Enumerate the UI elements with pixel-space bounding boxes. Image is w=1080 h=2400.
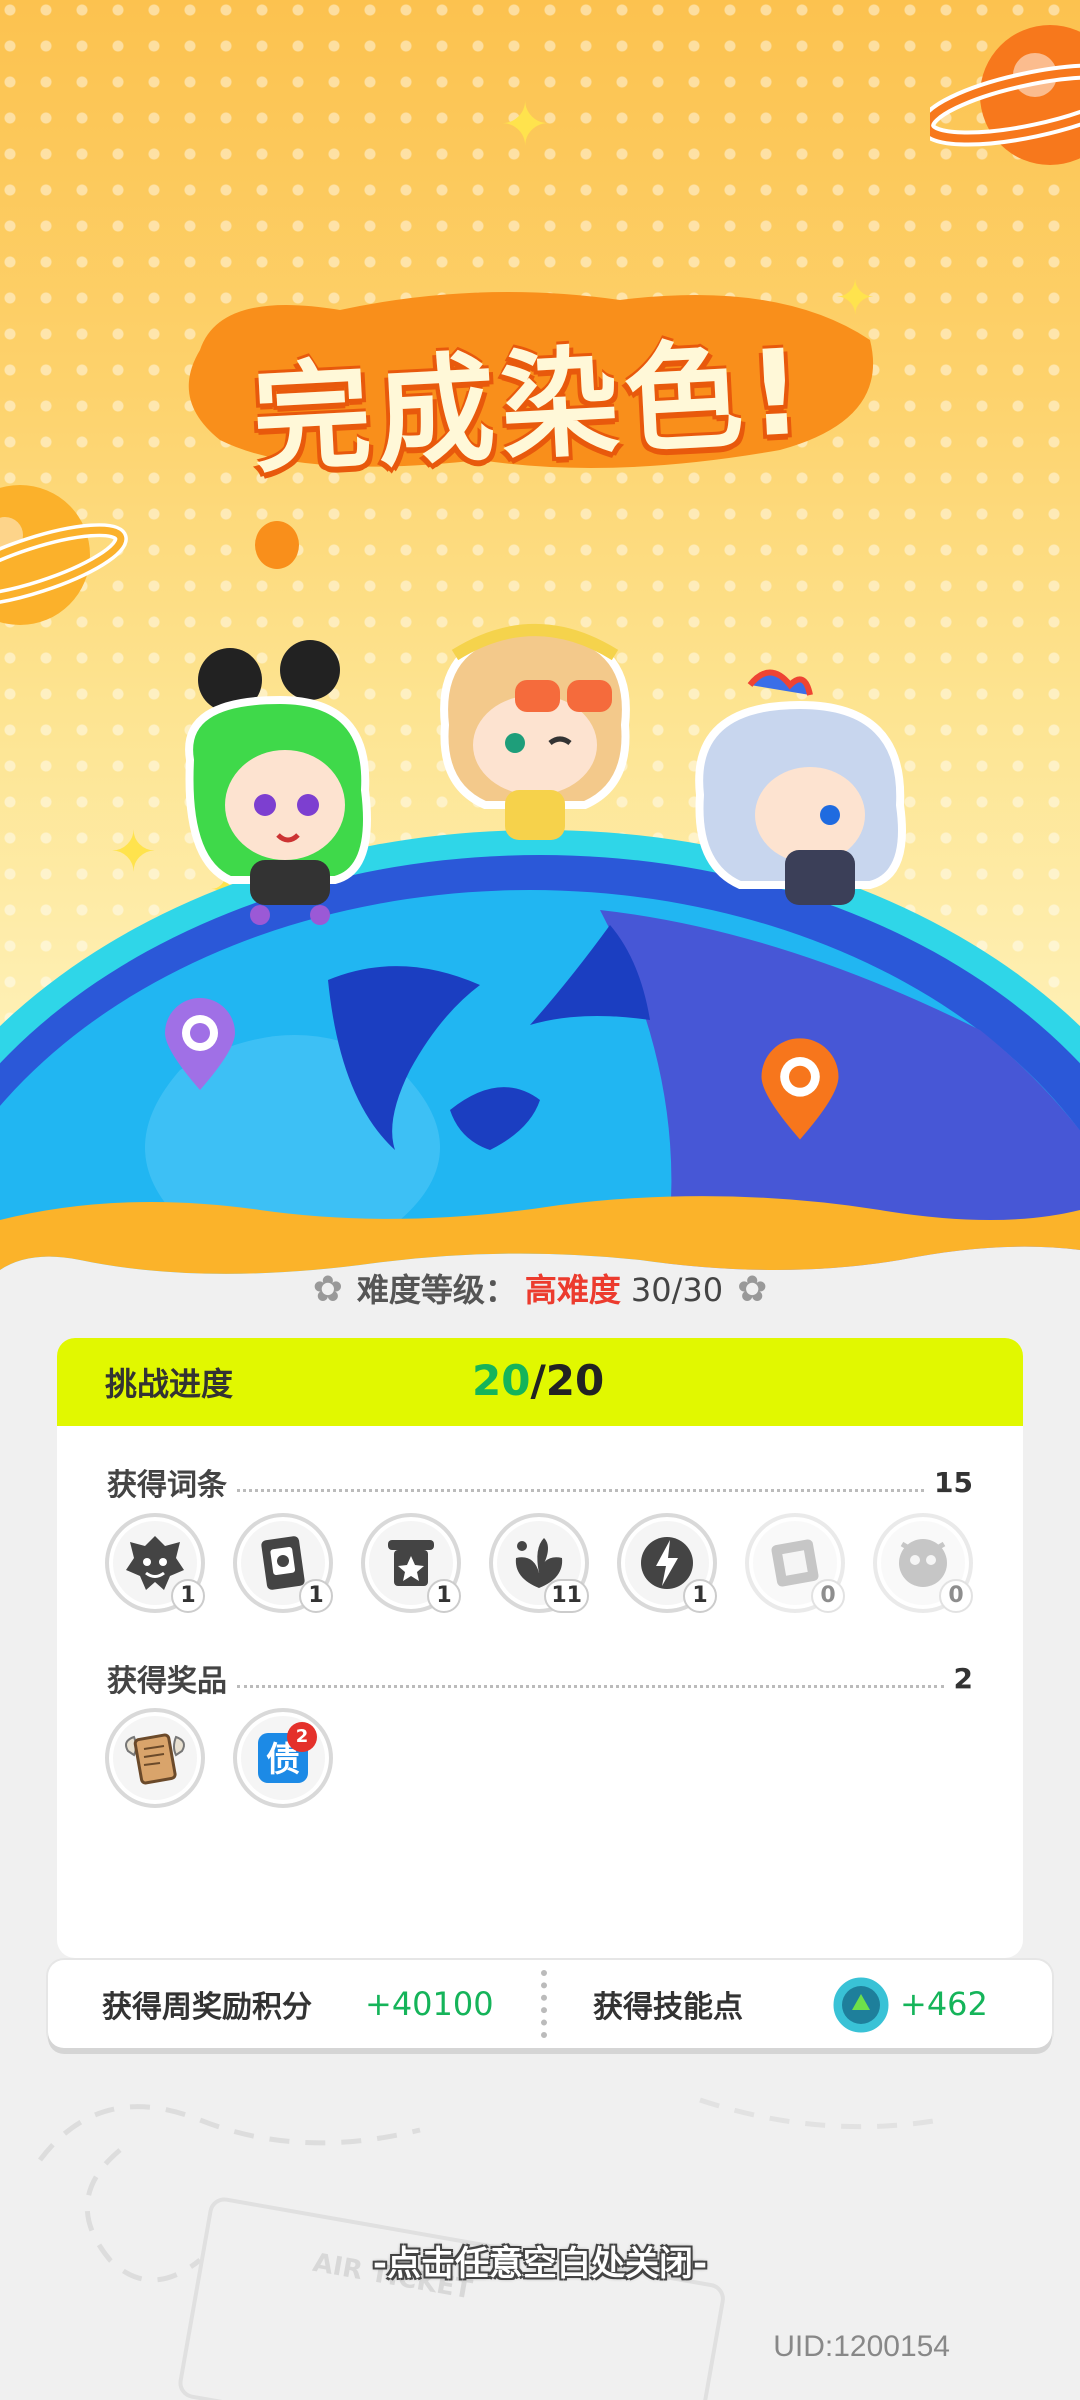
weekly-points-label: 获得周奖励积分 — [102, 1990, 312, 2025]
skill-coin-icon — [830, 1974, 892, 2036]
entry-badge[interactable]: 1 — [233, 1513, 333, 1613]
entries-count: 15 — [934, 1465, 973, 1499]
progress-separator: / — [530, 1356, 546, 1405]
difficulty-count: 30/30 — [630, 1271, 724, 1309]
difficulty-label: 难度等级： — [356, 1271, 517, 1309]
entry-badge[interactable]: 1 — [617, 1513, 717, 1613]
prize-badge[interactable] — [105, 1708, 205, 1808]
entry-count: 0 — [811, 1579, 845, 1613]
entry-badge[interactable]: 11 — [489, 1513, 589, 1613]
dotted-leader — [237, 1488, 925, 1492]
flower-icon: ✿ — [737, 1269, 768, 1310]
title-banner: 完成染色! — [180, 280, 880, 489]
divider — [541, 1970, 547, 2038]
location-pin-icon — [165, 998, 235, 1090]
challenge-progress-label: 挑战进度 — [105, 1365, 234, 1403]
entry-badge[interactable]: 0 — [745, 1513, 845, 1613]
entry-count: 1 — [171, 1579, 205, 1613]
user-id: UID:1200154 — [773, 2330, 950, 2363]
planet-icon — [930, 25, 1080, 165]
challenge-progress-header: 挑战进度 20/20 — [57, 1338, 1023, 1426]
entry-badge[interactable]: 0 — [873, 1513, 973, 1613]
prize-badge[interactable]: 债 2 — [233, 1708, 333, 1808]
reward-summary-bar: 获得周奖励积分 +40100 获得技能点 +462 — [48, 1960, 1052, 2048]
entry-count: 11 — [544, 1579, 589, 1613]
planet-icon — [0, 485, 128, 625]
notification-badge: 2 — [287, 1722, 317, 1752]
progress-current: 20 — [472, 1356, 531, 1405]
paint-drop — [255, 521, 299, 569]
entry-count: 1 — [427, 1579, 461, 1613]
winged-scroll-icon — [125, 1733, 185, 1785]
challenge-progress-value: 20/20 — [472, 1356, 604, 1405]
entries-list: 1 1 1 11 1 0 0 — [105, 1513, 1001, 1613]
prizes-list: 债 2 — [105, 1708, 361, 1808]
entries-header: 获得词条 15 — [107, 1460, 973, 1504]
weekly-points-value: +40100 — [365, 1985, 494, 2023]
prizes-header: 获得奖品 2 — [107, 1656, 973, 1700]
character-green-hair — [185, 640, 371, 925]
celebration-scene: ✦ ✦ ✦ ✦ 完成染色! — [0, 0, 1080, 1290]
entry-count: 1 — [683, 1579, 717, 1613]
prizes-count: 2 — [953, 1661, 973, 1695]
difficulty-row: ✿ 难度等级： 高难度 30/30 ✿ — [0, 1265, 1080, 1311]
dotted-leader — [237, 1684, 944, 1688]
entries-label: 获得词条 — [107, 1468, 227, 1503]
close-hint[interactable]: -点击任意空白处关闭- — [0, 2236, 1080, 2285]
prizes-label: 获得奖品 — [107, 1664, 227, 1699]
skill-points-value: +462 — [900, 1985, 988, 2023]
location-pin-icon — [761, 1038, 839, 1140]
character-silver-hair — [695, 669, 906, 905]
entry-badge[interactable]: 1 — [105, 1513, 205, 1613]
page-title: 完成染色! — [249, 322, 812, 490]
sparkle-icon: ✦ — [500, 90, 551, 160]
entry-count: 0 — [939, 1579, 973, 1613]
entry-badge[interactable]: 1 — [361, 1513, 461, 1613]
entry-count: 1 — [299, 1579, 333, 1613]
skill-points-label: 获得技能点 — [593, 1990, 743, 2025]
progress-total: 20 — [545, 1356, 605, 1405]
flower-icon: ✿ — [312, 1269, 343, 1310]
results-card: 挑战进度 20/20 获得词条 15 1 1 1 11 1 0 0 获得奖品 2… — [57, 1338, 1023, 1958]
difficulty-level: 高难度 — [524, 1271, 621, 1309]
character-blonde-sunglasses — [440, 624, 630, 840]
